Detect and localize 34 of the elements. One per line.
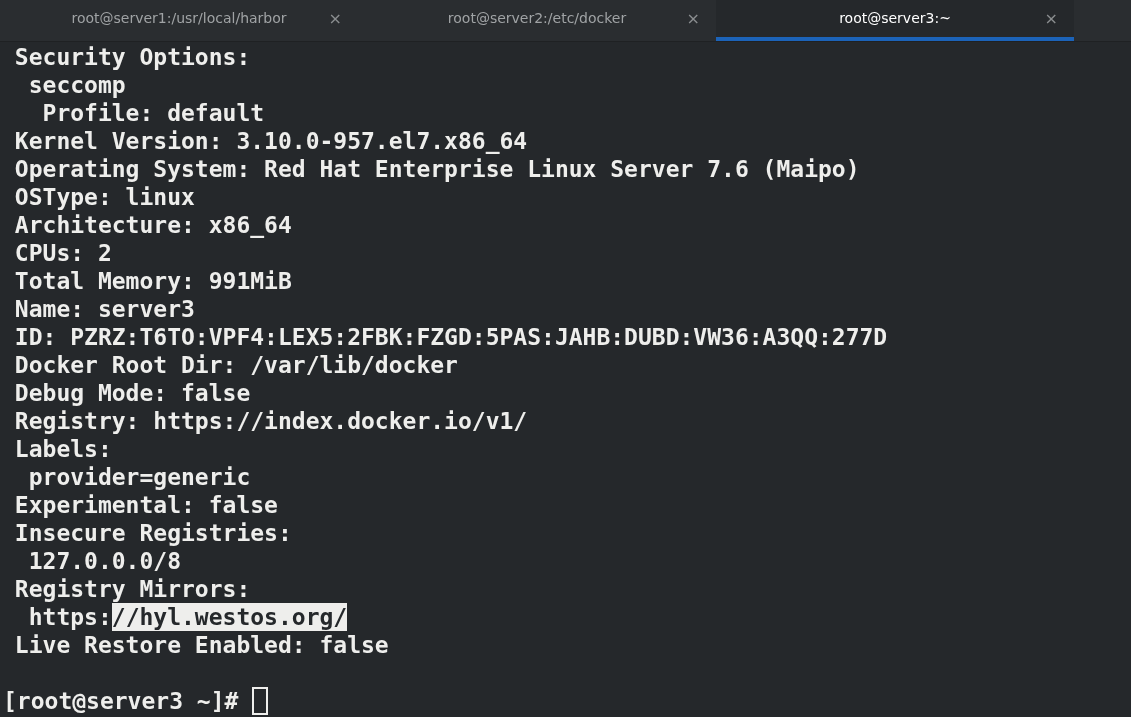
terminal-text: Profile: default (41, 99, 265, 127)
terminal-text: Operating System: Red Hat Enterprise Linux Server 7.6 (Maipo) (13, 155, 860, 183)
terminal-text: seccomp (27, 71, 126, 99)
tab-title: root@server2:/etc/docker (447, 9, 627, 28)
close-button[interactable]: × (686, 10, 700, 27)
tab-title: root@server3:~ (839, 9, 951, 28)
tab[interactable]: root@server1:/usr/local/harbor × (0, 0, 358, 41)
selected-text: //hyl.westos.org/ (111, 603, 348, 631)
terminal-text: Insecure Registries: (13, 519, 292, 547)
terminal-text: OSType: linux (13, 183, 195, 211)
terminal-text: Docker Root Dir: /var/lib/docker (13, 351, 458, 379)
terminal-text: CPUs: 2 (13, 239, 112, 267)
close-button[interactable]: × (328, 10, 342, 27)
terminal-text: Registry: https://index.docker.io/v1/ (13, 407, 528, 435)
terminal-text: Experimental: false (13, 491, 278, 519)
cursor (252, 687, 269, 715)
tab[interactable]: root@server2:/etc/docker × (358, 0, 716, 41)
tab[interactable]: root@server3:~ × (716, 0, 1074, 41)
prompt: [root@server3 ~]# (3, 687, 239, 715)
terminal-text: https: (27, 603, 112, 631)
terminal-text: Total Memory: 991MiB (13, 267, 292, 295)
terminal-text: ID: PZRZ:T6TO:VPF4:LEX5:2FBK:FZGD:5PAS:JAHB:DUBD:VW36:A3QQ:277D (13, 323, 888, 351)
terminal-text: Security Options: (13, 43, 251, 71)
terminal-text: Registry Mirrors: (13, 575, 251, 603)
terminal-text: Live Restore Enabled: false (13, 631, 389, 659)
terminal-text: Kernel Version: 3.10.0-957.el7.x86_64 (13, 127, 528, 155)
tab-title: root@server1:/usr/local/harbor (71, 9, 287, 28)
terminal-text: Debug Mode: false (13, 379, 251, 407)
terminal-text: Labels: (13, 435, 112, 463)
terminal-text: provider=generic (27, 463, 251, 491)
close-button[interactable]: × (1044, 10, 1058, 27)
terminal-text: Name: server3 (13, 295, 195, 323)
terminal-text: 127.0.0.0/8 (27, 547, 181, 575)
terminal-text: Architecture: x86_64 (13, 211, 292, 239)
